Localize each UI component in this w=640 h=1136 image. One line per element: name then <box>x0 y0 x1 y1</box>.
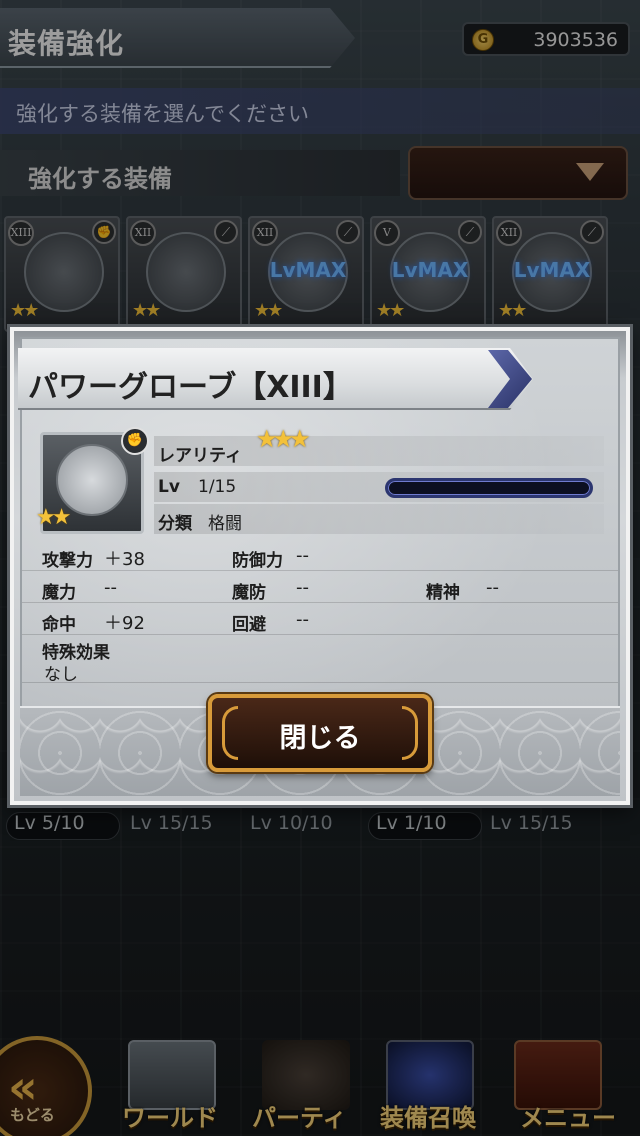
spirit-value: -- <box>486 577 499 598</box>
level-progress-bar <box>385 478 593 498</box>
level-label: Lv <box>158 477 180 497</box>
attack-label: 攻撃力 <box>42 551 93 571</box>
magic-defense-value: -- <box>296 577 309 598</box>
magic-defense-label: 魔防 <box>232 583 266 603</box>
defense-value: -- <box>296 545 309 566</box>
defense-label: 防御力 <box>232 551 283 571</box>
magic-label: 魔力 <box>42 583 76 603</box>
evasion-value: -- <box>296 609 309 630</box>
magic-value: -- <box>104 577 117 598</box>
accuracy-value: ＋92 <box>104 613 145 634</box>
accuracy-label: 命中 <box>42 615 76 635</box>
rarity-stars: ★★★ <box>256 425 311 453</box>
category-label: 分類 <box>158 514 192 534</box>
attack-value: ＋38 <box>104 549 145 570</box>
item-name: パワーグローブ【XIII】 <box>28 370 353 405</box>
rarity-label: レアリティ <box>158 446 242 466</box>
spirit-label: 精神 <box>426 583 460 603</box>
close-button-label[interactable]: 閉じる <box>208 716 432 755</box>
item-icon-stars: ★★ <box>36 505 72 530</box>
evasion-label: 回避 <box>232 615 266 635</box>
special-effect-value: なし <box>44 665 78 685</box>
special-effect-row <box>22 637 618 683</box>
level-value: 1/15 <box>198 477 237 497</box>
fist-icon: ✊ <box>121 427 149 455</box>
category-value: 格闘 <box>208 514 242 534</box>
